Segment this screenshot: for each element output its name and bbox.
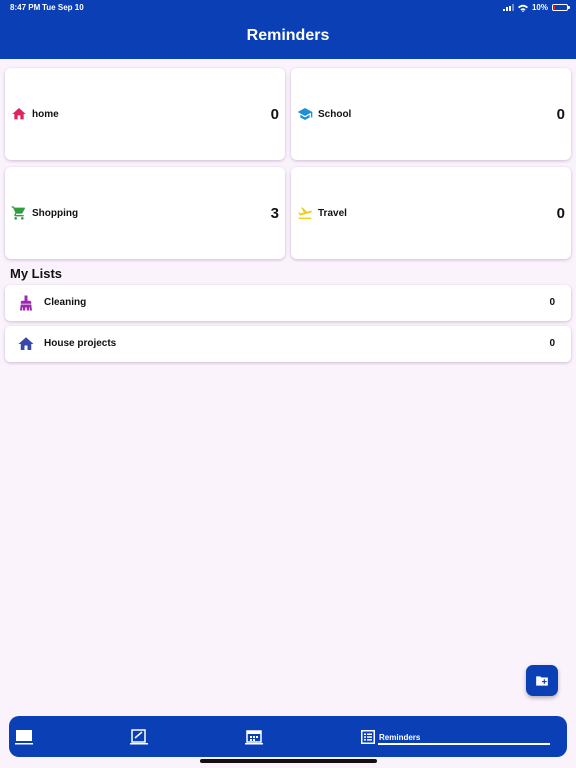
category-label: Travel	[318, 208, 347, 219]
tab-checklist[interactable]	[130, 727, 148, 747]
book-icon	[15, 730, 33, 745]
category-card-school[interactable]: School 0	[291, 68, 571, 160]
category-card-shopping[interactable]: Shopping 3	[5, 167, 285, 259]
house-icon	[12, 108, 26, 120]
battery-percent: 10%	[531, 3, 548, 12]
list-label: Cleaning	[44, 297, 87, 308]
category-card-travel[interactable]: Travel 0	[291, 167, 571, 259]
shopping-cart-icon	[11, 206, 25, 220]
checklist-icon	[130, 729, 148, 745]
tab-label: Reminders	[379, 732, 421, 742]
list-icon	[361, 730, 375, 744]
battery-icon	[552, 4, 570, 11]
house-icon	[18, 337, 34, 350]
list-item-cleaning[interactable]: Cleaning 0	[5, 285, 571, 321]
status-time: 8:47 PM	[10, 3, 41, 12]
list-label: House projects	[44, 338, 117, 349]
tab-book[interactable]	[15, 727, 33, 747]
category-label: Shopping	[32, 208, 79, 219]
list-count: 0	[549, 297, 555, 308]
category-label: home	[32, 109, 59, 120]
signal-icon	[502, 4, 514, 11]
add-folder-icon	[536, 675, 548, 686]
home-indicator	[200, 759, 377, 763]
list-item-house-projects[interactable]: House projects 0	[5, 326, 571, 362]
active-tab-indicator	[378, 743, 550, 745]
add-list-button[interactable]	[526, 665, 558, 696]
tab-calendar[interactable]	[245, 727, 263, 747]
list-count: 0	[549, 338, 555, 349]
calendar-icon	[245, 730, 263, 745]
category-count: 0	[556, 106, 565, 123]
category-label: School	[318, 109, 352, 120]
category-count: 0	[556, 205, 565, 222]
status-date: Tue Sep 10	[42, 3, 84, 12]
bottom-tab-bar: Reminders	[9, 716, 567, 757]
status-indicators: 10%	[502, 2, 570, 13]
category-count: 3	[270, 205, 279, 222]
broom-icon	[20, 295, 32, 311]
airplane-icon	[298, 207, 312, 219]
category-count: 0	[270, 106, 279, 123]
graduation-cap-icon	[297, 108, 313, 120]
wifi-icon	[517, 4, 528, 12]
page-title: Reminders	[246, 27, 330, 44]
category-card-home[interactable]: home 0	[5, 68, 285, 160]
app-header: 8:47 PM Tue Sep 10 10% Reminders	[0, 0, 576, 59]
my-lists-heading: My Lists	[10, 266, 63, 281]
